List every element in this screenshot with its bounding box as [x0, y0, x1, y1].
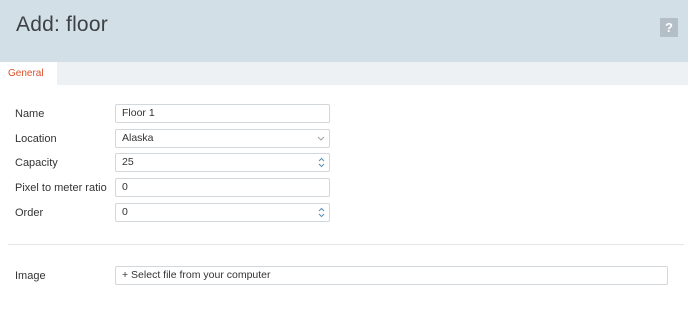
location-row: Location Alaska — [0, 129, 688, 149]
pixel-ratio-input[interactable]: 0 — [115, 178, 330, 197]
location-label: Location — [15, 133, 57, 145]
page-title: Add: floor — [16, 13, 108, 36]
pixel-ratio-row: Pixel to meter ratio 0 — [0, 178, 688, 198]
select-file-button[interactable]: + Select file from your computer — [115, 266, 668, 285]
image-row: Image + Select file from your computer — [0, 266, 688, 286]
name-input[interactable]: Floor 1 — [115, 104, 330, 123]
name-row: Name Floor 1 — [0, 104, 688, 124]
capacity-stepper[interactable]: 25 — [115, 153, 330, 172]
help-button[interactable]: ? — [660, 18, 678, 37]
section-divider — [8, 244, 684, 245]
order-value: 0 — [122, 206, 128, 218]
location-value: Alaska — [122, 132, 154, 144]
pixel-ratio-label: Pixel to meter ratio — [15, 182, 107, 194]
name-label: Name — [15, 108, 45, 120]
page-header: Add: floor ? — [0, 0, 688, 62]
order-stepper[interactable]: 0 — [115, 203, 330, 222]
order-label: Order — [15, 207, 44, 219]
capacity-row: Capacity 25 — [0, 153, 688, 173]
tab-general[interactable]: General — [0, 62, 57, 85]
chevron-down-icon — [317, 130, 325, 147]
tab-bar: General — [0, 62, 688, 85]
location-select[interactable]: Alaska — [115, 129, 330, 148]
pixel-ratio-value: 0 — [122, 181, 128, 193]
name-value: Floor 1 — [122, 107, 155, 119]
capacity-value: 25 — [122, 156, 134, 168]
stepper-arrows-icon[interactable] — [318, 154, 325, 171]
capacity-label: Capacity — [15, 157, 58, 169]
order-row: Order 0 — [0, 203, 688, 223]
image-label: Image — [15, 270, 46, 282]
select-file-label: + Select file from your computer — [122, 269, 271, 281]
stepper-arrows-icon[interactable] — [318, 204, 325, 221]
